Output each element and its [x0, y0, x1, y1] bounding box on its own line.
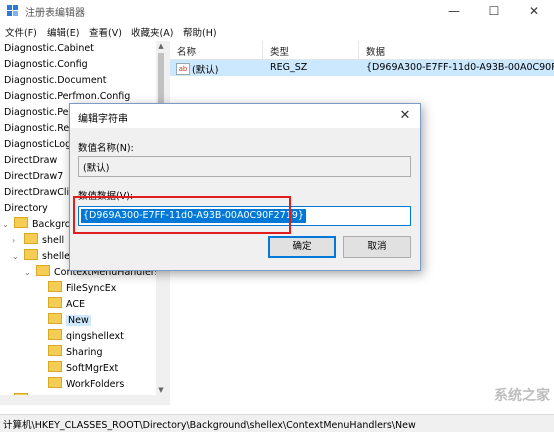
column-divider[interactable]: [358, 41, 359, 59]
column-header-name[interactable]: 名称: [177, 44, 196, 58]
value-type: REG_SZ: [270, 62, 308, 73]
string-value-icon: ab: [176, 63, 190, 75]
tree-item[interactable]: Diagnostic.Cabinet: [4, 41, 94, 57]
value-name-label: 数值名称(N):: [78, 143, 134, 154]
tree-horizontal-scrollbar[interactable]: [0, 395, 166, 405]
folder-icon: [48, 361, 62, 372]
regedit-app-icon: [7, 5, 18, 16]
tree-item-handler[interactable]: qingshellext: [48, 329, 124, 345]
menu-bar: 文件(F) 编辑(E) 查看(V) 收藏夹(A) 帮助(H): [0, 22, 554, 41]
tree-item-handler[interactable]: SoftMgrExt: [48, 361, 118, 377]
column-header-data[interactable]: 数据: [366, 44, 385, 58]
value-name-text: (默认): [83, 163, 110, 174]
tree-item[interactable]: Diagnostic.Re: [4, 121, 69, 137]
tree-item[interactable]: Diagnostic.Document: [4, 73, 106, 89]
status-path: 计算机\HKEY_CLASSES_ROOT\Directory\Backgrou…: [3, 420, 416, 431]
menu-edit[interactable]: 编辑(E): [47, 25, 79, 39]
close-button[interactable]: ✕: [514, 0, 554, 22]
value-name: (默认): [192, 65, 219, 76]
collapse-icon[interactable]: ⌄: [2, 217, 12, 233]
collapse-icon[interactable]: ⌄: [12, 249, 22, 265]
red-highlight-box: [73, 196, 291, 234]
tree-item[interactable]: Diagnostic.Pe: [4, 105, 68, 121]
tree-item-shellex[interactable]: ⌄ shellex: [12, 249, 75, 265]
registry-editor-window: 注册表编辑器 — ☐ ✕ 文件(F) 编辑(E) 查看(V) 收藏夹(A) 帮助…: [0, 0, 554, 432]
tree-item-handler[interactable]: WorkFolders: [48, 377, 124, 393]
collapse-icon[interactable]: ⌄: [24, 265, 34, 281]
folder-icon: [24, 233, 38, 244]
folder-icon: [48, 329, 62, 340]
tree-item-handler[interactable]: ACE: [48, 297, 85, 313]
folder-icon: [48, 297, 62, 308]
window-title: 注册表编辑器: [25, 8, 85, 19]
menu-view[interactable]: 查看(V): [89, 25, 122, 39]
folder-icon: [14, 217, 28, 228]
tree-item[interactable]: Diagnostic.Config: [4, 57, 88, 73]
expand-icon[interactable]: ›: [12, 233, 22, 249]
dialog-title: 编辑字符串: [78, 114, 128, 125]
status-bar: 计算机\HKEY_CLASSES_ROOT\Directory\Backgrou…: [0, 414, 554, 432]
folder-icon: [48, 345, 62, 356]
tree-item-handler[interactable]: Sharing: [48, 345, 102, 361]
tree-item-handler-selected[interactable]: New: [48, 313, 91, 329]
title-bar: 注册表编辑器 — ☐ ✕: [0, 0, 554, 22]
tree-item[interactable]: DirectDrawCli: [4, 185, 69, 201]
folder-icon: [36, 265, 50, 276]
menu-file[interactable]: 文件(F): [5, 25, 37, 39]
list-row[interactable]: ab (默认) REG_SZ {D969A300-E7FF-11d0-A93B-…: [170, 60, 554, 76]
watermark-logo: 系统之家: [494, 388, 550, 404]
menu-favorites[interactable]: 收藏夹(A): [131, 25, 173, 39]
value-data: {D969A300-E7FF-11d0-A93B-00A0C90F2: [366, 62, 554, 73]
folder-icon: [48, 377, 62, 388]
folder-icon: [48, 313, 62, 324]
folder-icon: [48, 281, 62, 292]
maximize-button[interactable]: ☐: [474, 0, 514, 22]
value-name-field: (默认): [78, 156, 411, 177]
tree-item[interactable]: DiagnosticLog: [4, 137, 71, 153]
dialog-close-button[interactable]: ✕: [390, 104, 420, 128]
tree-item[interactable]: DirectDraw7: [4, 169, 63, 185]
list-header: 名称 类型 数据: [170, 41, 554, 60]
tree-item[interactable]: DirectDraw: [4, 153, 57, 169]
folder-icon: [24, 249, 38, 260]
column-divider[interactable]: [262, 41, 263, 59]
minimize-button[interactable]: —: [434, 0, 474, 22]
scroll-up-icon[interactable]: ▲: [156, 41, 166, 51]
dialog-title-bar[interactable]: 编辑字符串 ✕: [70, 104, 420, 128]
edit-string-dialog: 编辑字符串 ✕ 数值名称(N): (默认) 数值数据(V): {D969A300…: [69, 103, 421, 271]
menu-help[interactable]: 帮助(H): [183, 25, 217, 39]
scroll-down-icon[interactable]: ▼: [156, 385, 166, 395]
tree-item[interactable]: Directory: [4, 201, 48, 217]
tree-item-shell[interactable]: › shell: [12, 233, 64, 249]
column-header-type[interactable]: 类型: [270, 44, 289, 58]
ok-button[interactable]: 确定: [268, 236, 336, 258]
cancel-button[interactable]: 取消: [343, 236, 411, 258]
tree-item-handler[interactable]: FileSyncEx: [48, 281, 116, 297]
